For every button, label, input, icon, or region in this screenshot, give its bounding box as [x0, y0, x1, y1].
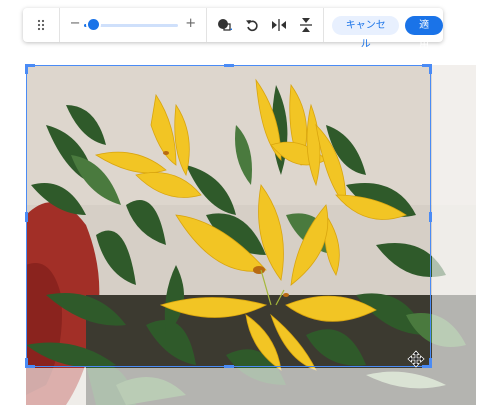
flip-horizontal-button[interactable]: [265, 11, 292, 39]
crop-frame[interactable]: [25, 64, 432, 368]
image-edit-toolbar: − + キャンセル 適用: [23, 8, 443, 50]
crop-handle-left[interactable]: [25, 212, 28, 222]
rotate-ccw-icon: [245, 20, 258, 32]
crop-handle-right[interactable]: [429, 212, 432, 222]
crop-handle-top-right[interactable]: [422, 64, 432, 74]
flip-vertical-icon: [299, 18, 312, 32]
crop-handle-bottom[interactable]: [224, 365, 234, 368]
transform-tools: [207, 8, 323, 42]
drag-handle[interactable]: [23, 8, 59, 42]
cancel-button[interactable]: キャンセル: [332, 15, 400, 50]
crop-handle-top-left[interactable]: [25, 64, 35, 74]
mask-shape-button[interactable]: [211, 11, 238, 39]
drag-handle-icon: [37, 19, 44, 31]
crop-outside-mask-bottom: [26, 368, 432, 405]
action-buttons: キャンセル 適用: [324, 8, 443, 50]
flip-horizontal-icon: [271, 19, 286, 31]
flip-vertical-button[interactable]: [292, 11, 319, 39]
move-arrows-icon[interactable]: [407, 350, 425, 368]
zoom-out-button[interactable]: −: [70, 16, 81, 32]
rotate-button[interactable]: [238, 11, 265, 39]
zoom-in-button[interactable]: +: [185, 16, 196, 32]
apply-button[interactable]: 適用: [405, 15, 443, 50]
zoom-thumb[interactable]: [88, 19, 100, 30]
crop-handle-top[interactable]: [224, 64, 234, 67]
zoom-slider[interactable]: − +: [60, 8, 207, 42]
mask-shape-icon: [217, 19, 232, 31]
zoom-track[interactable]: [83, 19, 179, 30]
crop-handle-bottom-left[interactable]: [25, 358, 35, 368]
crop-outside-mask-right: [432, 65, 476, 405]
